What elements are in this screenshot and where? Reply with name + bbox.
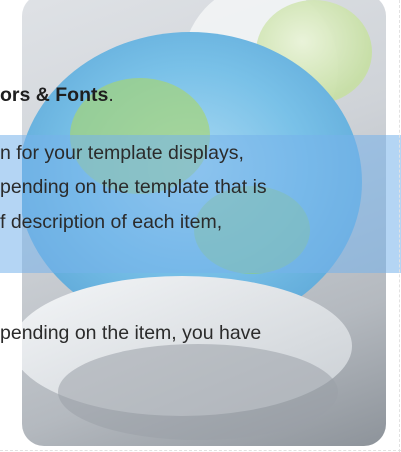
paragraph-line-1: ors & Fonts. [0, 80, 401, 110]
screenshot-viewport: ors & Fonts. n for your template display… [0, 0, 401, 452]
selected-text-highlight: n for your template displays, pending on… [0, 135, 401, 273]
line-1-tail: . [108, 84, 114, 106]
highlight-line-3: f description of each item, [0, 211, 223, 233]
right-dashed-border [399, 0, 400, 452]
paragraph-line-5: pending on the item, you have [0, 322, 262, 344]
highlight-line-1: n for your template displays, [0, 142, 244, 164]
bottom-dashed-border [0, 450, 401, 451]
highlight-line-2: pending on the template that is [0, 176, 267, 198]
bold-term-colors-fonts: ors & Fonts [0, 84, 109, 106]
